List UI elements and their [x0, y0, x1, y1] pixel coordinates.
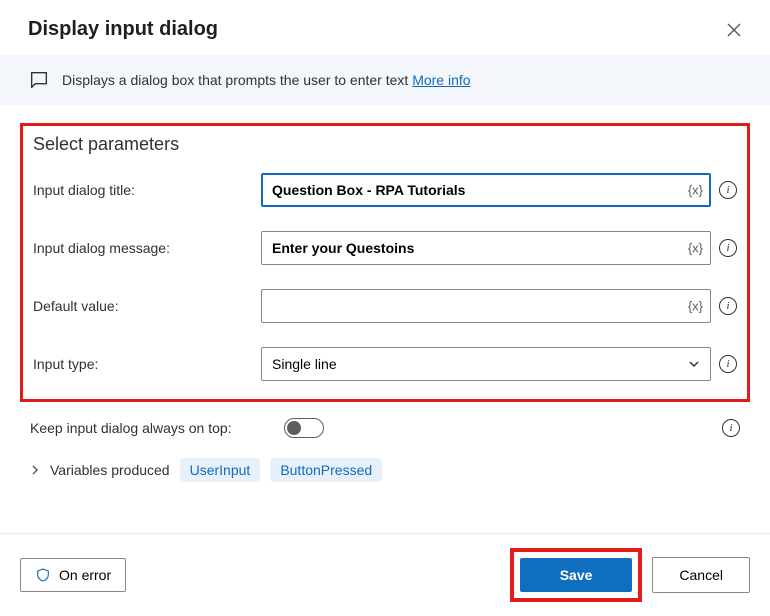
info-banner: Displays a dialog box that prompts the u…: [0, 55, 770, 105]
variable-picker-icon[interactable]: {x}: [688, 299, 703, 314]
save-highlight-box: Save: [510, 548, 643, 602]
info-icon[interactable]: i: [719, 239, 737, 257]
keep-on-top-toggle[interactable]: [284, 418, 324, 438]
shield-icon: [35, 567, 51, 583]
info-icon[interactable]: i: [719, 181, 737, 199]
default-value-label: Default value:: [33, 298, 253, 314]
info-icon[interactable]: i: [719, 355, 737, 373]
variable-pill-buttonpressed[interactable]: ButtonPressed: [270, 458, 382, 482]
input-title-label: Input dialog title:: [33, 182, 253, 198]
parameters-highlight-box: Select parameters Input dialog title: {x…: [20, 123, 750, 402]
cancel-button[interactable]: Cancel: [652, 557, 750, 593]
save-button[interactable]: Save: [520, 558, 633, 592]
dialog-title: Display input dialog: [28, 18, 218, 41]
info-icon[interactable]: i: [722, 419, 740, 437]
input-type-label: Input type:: [33, 356, 253, 372]
input-type-select[interactable]: [261, 347, 711, 381]
on-error-button[interactable]: On error: [20, 558, 126, 592]
input-title-field[interactable]: [261, 173, 711, 207]
section-heading: Select parameters: [33, 134, 737, 155]
info-icon[interactable]: i: [719, 297, 737, 315]
input-message-label: Input dialog message:: [33, 240, 253, 256]
variable-picker-icon[interactable]: {x}: [688, 241, 703, 256]
keep-on-top-label: Keep input dialog always on top:: [30, 420, 270, 436]
on-error-label: On error: [59, 567, 111, 583]
banner-text: Displays a dialog box that prompts the u…: [62, 72, 412, 88]
input-message-field[interactable]: [261, 231, 711, 265]
close-icon[interactable]: [726, 22, 742, 38]
comment-icon: [28, 69, 50, 91]
variable-pill-userinput[interactable]: UserInput: [180, 458, 261, 482]
chevron-right-icon[interactable]: [30, 465, 40, 475]
variable-picker-icon[interactable]: {x}: [688, 183, 703, 198]
more-info-link[interactable]: More info: [412, 72, 470, 88]
variables-produced-label[interactable]: Variables produced: [50, 462, 170, 478]
default-value-field[interactable]: [261, 289, 711, 323]
